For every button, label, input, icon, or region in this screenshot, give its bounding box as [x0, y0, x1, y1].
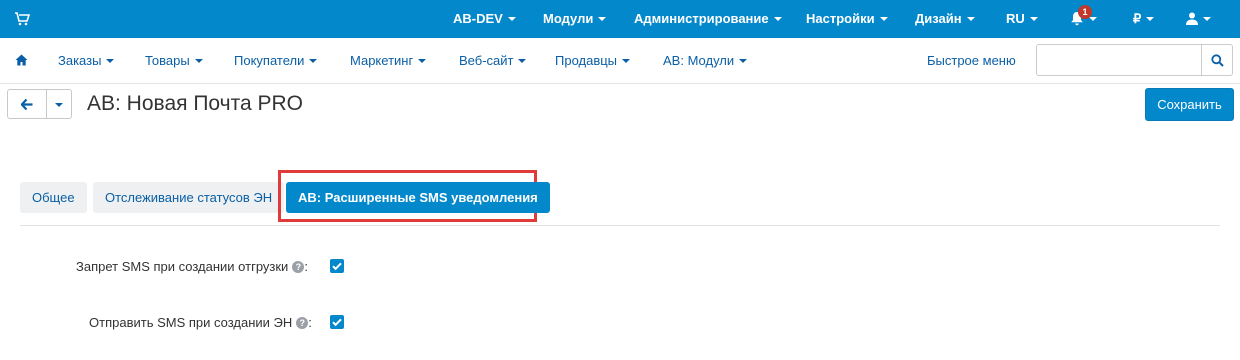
- top-bar: AB-DEV Модули Администрирование Настройк…: [0, 0, 1240, 38]
- menu-language-label: RU: [1006, 11, 1025, 26]
- home-link[interactable]: [15, 38, 28, 84]
- main-nav: Заказы Товары Покупатели Маркетинг Веб-с…: [0, 38, 1240, 84]
- arrow-left-icon: [21, 99, 33, 110]
- quick-menu-link[interactable]: Быстрое меню: [927, 38, 1016, 84]
- nav-marketing-label: Маркетинг: [350, 53, 414, 68]
- sms-on-waybill-checkbox[interactable]: [330, 315, 344, 329]
- chevron-down-icon: [194, 58, 203, 63]
- chevron-down-icon: [1089, 16, 1097, 21]
- home-icon: [15, 54, 28, 66]
- nav-orders[interactable]: Заказы: [58, 38, 115, 84]
- nav-vendors-label: Продавцы: [555, 53, 618, 68]
- search-icon: [1211, 54, 1224, 67]
- chevron-down-icon: [622, 58, 631, 63]
- back-button[interactable]: [7, 89, 47, 119]
- check-icon: [332, 318, 342, 327]
- menu-settings-label: Настройки: [806, 11, 875, 26]
- menu-currency[interactable]: ₽: [1133, 0, 1155, 38]
- chevron-down-icon: [55, 103, 63, 107]
- tabs-divider: [20, 225, 1220, 226]
- chevron-down-icon: [507, 16, 516, 21]
- chevron-down-icon: [1029, 16, 1038, 21]
- menu-modules[interactable]: Модули: [543, 0, 607, 38]
- nav-customers[interactable]: Покупатели: [234, 38, 318, 84]
- nav-products-label: Товары: [145, 53, 190, 68]
- menu-modules-label: Модули: [543, 11, 594, 26]
- chevron-down-icon: [773, 16, 782, 21]
- chevron-down-icon: [518, 58, 527, 63]
- search-button[interactable]: [1201, 44, 1233, 76]
- setting-label-suffix: :: [308, 315, 312, 330]
- cart-icon[interactable]: [14, 11, 30, 27]
- sms-on-shipment-checkbox[interactable]: [330, 259, 344, 273]
- chevron-down-icon: [106, 58, 115, 63]
- chevron-down-icon: [739, 58, 748, 63]
- setting-label-text: Отправить SMS при создании ЭН: [89, 315, 293, 330]
- setting-label: Отправить SMS при создании ЭН?:: [89, 315, 312, 330]
- chevron-down-icon: [966, 16, 975, 21]
- save-button[interactable]: Сохранить: [1145, 88, 1234, 121]
- search-input[interactable]: [1036, 44, 1202, 76]
- nav-orders-label: Заказы: [58, 53, 102, 68]
- nav-marketing[interactable]: Маркетинг: [350, 38, 427, 84]
- content-area: Общее Отслеживание статусов ЭН АВ: Расши…: [0, 128, 1240, 360]
- setting-label-text: Запрет SMS при создании отгрузки: [76, 259, 289, 274]
- menu-design-label: Дизайн: [915, 11, 962, 26]
- nav-ab-modules-label: АВ: Модули: [663, 53, 735, 68]
- menu-ab-dev-label: AB-DEV: [453, 11, 503, 26]
- help-icon[interactable]: ?: [292, 260, 305, 273]
- tab-general[interactable]: Общее: [20, 182, 87, 213]
- help-icon[interactable]: ?: [296, 316, 309, 329]
- menu-administration[interactable]: Администрирование: [634, 0, 782, 38]
- chevron-down-icon: [1203, 16, 1211, 21]
- user-menu[interactable]: [1186, 0, 1211, 38]
- nav-website[interactable]: Веб-сайт: [459, 38, 527, 84]
- nav-customers-label: Покупатели: [234, 53, 305, 68]
- menu-administration-label: Администрирование: [634, 11, 769, 26]
- menu-design[interactable]: Дизайн: [915, 0, 975, 38]
- user-icon: [1186, 12, 1198, 25]
- tab-sms-notifications[interactable]: АВ: Расширенные SMS уведомления: [286, 182, 550, 213]
- page-title: АВ: Новая Почта PRO: [87, 92, 303, 115]
- page-header: АВ: Новая Почта PRO Сохранить: [0, 84, 1240, 128]
- menu-currency-label: ₽: [1133, 11, 1142, 26]
- chevron-down-icon: [1146, 16, 1155, 21]
- menu-language[interactable]: RU: [1006, 0, 1038, 38]
- menu-settings[interactable]: Настройки: [806, 0, 888, 38]
- check-icon: [332, 262, 342, 271]
- chevron-down-icon: [309, 58, 318, 63]
- tab-tracking[interactable]: Отслеживание статусов ЭН: [93, 182, 285, 213]
- notification-badge: 1: [1078, 5, 1092, 19]
- nav-vendors[interactable]: Продавцы: [555, 38, 631, 84]
- setting-label: Запрет SMS при создании отгрузки?:: [76, 259, 308, 274]
- menu-ab-dev[interactable]: AB-DEV: [453, 0, 516, 38]
- back-dropdown-button[interactable]: [46, 89, 72, 119]
- chevron-down-icon: [879, 16, 888, 21]
- nav-ab-modules[interactable]: АВ: Модули: [663, 38, 748, 84]
- chevron-down-icon: [418, 58, 427, 63]
- nav-products[interactable]: Товары: [145, 38, 203, 84]
- setting-label-suffix: :: [304, 259, 308, 274]
- nav-website-label: Веб-сайт: [459, 53, 514, 68]
- chevron-down-icon: [598, 16, 607, 21]
